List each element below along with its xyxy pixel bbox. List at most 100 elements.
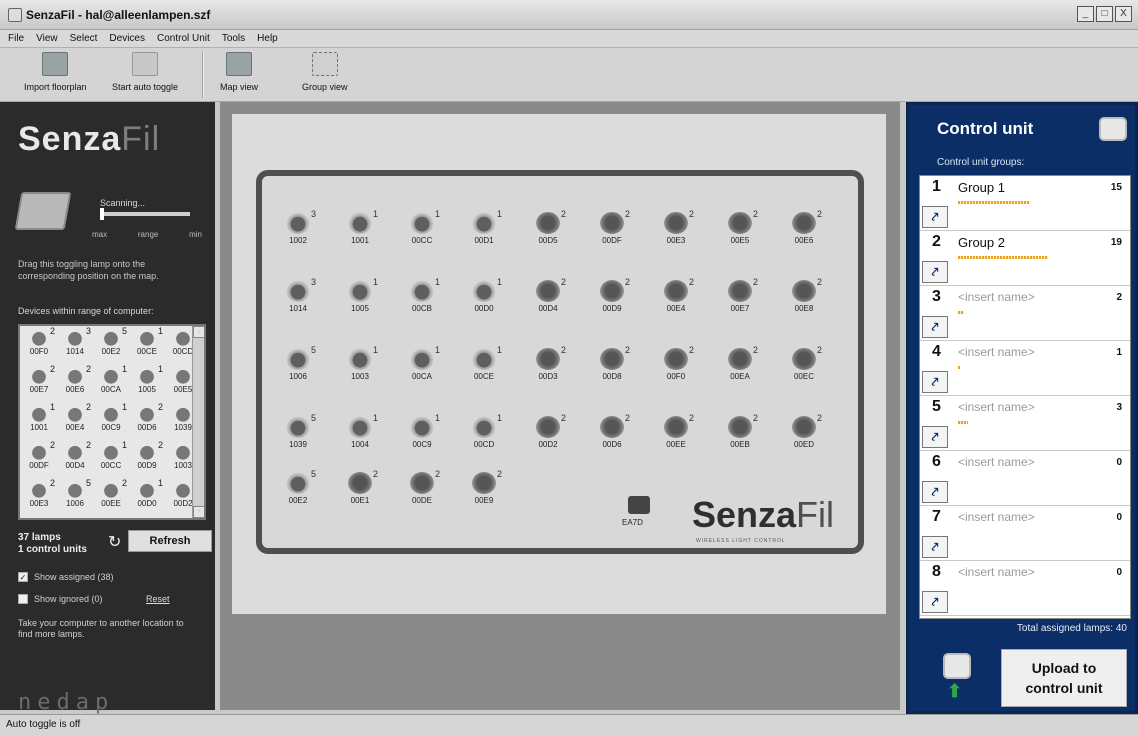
device-list-item[interactable]: 5 1006 xyxy=(58,478,92,516)
map-lamp[interactable]: 3 1014 xyxy=(270,277,326,313)
map-lamp[interactable]: 1 00CA xyxy=(394,345,450,381)
map-lamp[interactable]: 2 00ED xyxy=(776,413,832,449)
map-lamp[interactable]: 2 00E4 xyxy=(648,277,704,313)
group-row[interactable]: 3 <insert name> 2 ⤤ xyxy=(920,286,1130,341)
group-name[interactable]: <insert name> xyxy=(958,565,1035,579)
map-lamp[interactable]: 2 00D6 xyxy=(584,413,640,449)
scroll-up-icon[interactable]: ▲ xyxy=(193,326,204,338)
import-floorplan-button[interactable]: Import floorplan xyxy=(24,52,87,92)
auto-toggle-button[interactable]: Start auto toggle xyxy=(112,52,178,92)
map-canvas[interactable]: EA7D SenzaFil WIRELESS LIGHT CONTROL 3 10… xyxy=(232,114,886,614)
device-list-item[interactable]: 2 00EE xyxy=(94,478,128,516)
group-name[interactable]: <insert name> xyxy=(958,510,1035,524)
device-list-item[interactable]: 3 1014 xyxy=(58,326,92,364)
device-list-item[interactable]: 2 00E4 xyxy=(58,402,92,440)
map-lamp[interactable]: 2 00D4 xyxy=(520,277,576,313)
map-lamp[interactable]: 1 00CE xyxy=(456,345,512,381)
map-lamp[interactable]: 2 00E9 xyxy=(456,469,512,505)
refresh-icon[interactable]: ↻ xyxy=(108,532,121,552)
group-row[interactable]: 1 Group 1 15 ⤤ xyxy=(920,176,1130,231)
device-list-item[interactable]: 2 00E6 xyxy=(58,364,92,402)
map-lamp[interactable]: 2 00D9 xyxy=(584,277,640,313)
menu-select[interactable]: Select xyxy=(70,33,98,44)
map-lamp[interactable]: 1 00D0 xyxy=(456,277,512,313)
group-row[interactable]: 8 <insert name> 0 ⤤ xyxy=(920,561,1130,616)
group-name[interactable]: <insert name> xyxy=(958,345,1035,359)
map-lamp[interactable]: 1 00C9 xyxy=(394,413,450,449)
device-list-item[interactable]: 1 00CE xyxy=(130,326,164,364)
device-list-item[interactable]: 2 00DF xyxy=(22,440,56,478)
assign-lamps-icon[interactable]: ⤤ xyxy=(922,536,948,558)
map-lamp[interactable]: 2 00E8 xyxy=(776,277,832,313)
refresh-button[interactable]: Refresh xyxy=(128,530,212,552)
map-lamp[interactable]: 1 1005 xyxy=(332,277,388,313)
assign-lamps-icon[interactable]: ⤤ xyxy=(922,261,948,283)
menu-tools[interactable]: Tools xyxy=(222,33,245,44)
group-name[interactable]: <insert name> xyxy=(958,290,1035,304)
map-lamp[interactable]: 2 00EA xyxy=(712,345,768,381)
device-list-scrollbar[interactable]: ▲ ▼ xyxy=(192,326,204,518)
group-row[interactable]: 2 Group 2 19 ⤤ xyxy=(920,231,1130,286)
close-button[interactable]: X xyxy=(1115,6,1132,22)
map-lamp[interactable]: 3 1002 xyxy=(270,209,326,245)
assign-lamps-icon[interactable]: ⤤ xyxy=(922,426,948,448)
assign-lamps-icon[interactable]: ⤤ xyxy=(922,371,948,393)
device-list-item[interactable]: 2 00F0 xyxy=(22,326,56,364)
map-lamp[interactable]: 1 00CD xyxy=(456,413,512,449)
map-view-button[interactable]: Map view xyxy=(220,52,258,92)
device-list-item[interactable]: 1 00D0 xyxy=(130,478,164,516)
menu-file[interactable]: File xyxy=(8,33,24,44)
range-slider-track[interactable] xyxy=(100,212,190,216)
device-list-item[interactable]: 2 00D6 xyxy=(130,402,164,440)
device-list-item[interactable]: 2 00E7 xyxy=(22,364,56,402)
maximize-button[interactable]: □ xyxy=(1096,6,1113,22)
show-assigned-checkbox[interactable]: ✓ xyxy=(18,572,28,582)
group-name[interactable]: Group 2 xyxy=(958,235,1005,250)
map-lamp[interactable]: 2 00EE xyxy=(648,413,704,449)
group-row[interactable]: 6 <insert name> 0 ⤤ xyxy=(920,451,1130,506)
menu-help[interactable]: Help xyxy=(257,33,278,44)
map-lamp[interactable]: 5 1006 xyxy=(270,345,326,381)
map-lamp[interactable]: 2 00E6 xyxy=(776,209,832,245)
group-name[interactable]: Group 1 xyxy=(958,180,1005,195)
map-lamp[interactable]: 1 1001 xyxy=(332,209,388,245)
device-list-item[interactable]: 2 00E3 xyxy=(22,478,56,516)
map-lamp[interactable]: 2 00DE xyxy=(394,469,450,505)
device-list-item[interactable]: 1 1001 xyxy=(22,402,56,440)
group-row[interactable]: 7 <insert name> 0 ⤤ xyxy=(920,506,1130,561)
map-lamp[interactable]: 2 00D8 xyxy=(584,345,640,381)
group-name[interactable]: <insert name> xyxy=(958,400,1035,414)
map-lamp[interactable]: 2 00D3 xyxy=(520,345,576,381)
menu-view[interactable]: View xyxy=(36,33,58,44)
map-lamp[interactable]: 2 00E3 xyxy=(648,209,704,245)
range-slider-handle[interactable] xyxy=(100,208,104,220)
group-name[interactable]: <insert name> xyxy=(958,455,1035,469)
device-list[interactable]: 200F031014500E2100CE100CD200E7200E6100CA… xyxy=(18,324,206,520)
upload-button[interactable]: Upload to control unit xyxy=(1001,649,1127,707)
map-lamp[interactable]: 2 00EC xyxy=(776,345,832,381)
device-list-item[interactable]: 5 00E2 xyxy=(94,326,128,364)
map-lamp[interactable]: 2 00E1 xyxy=(332,469,388,505)
menu-control-unit[interactable]: Control Unit xyxy=(157,33,210,44)
device-list-item[interactable]: 1 1005 xyxy=(130,364,164,402)
menu-devices[interactable]: Devices xyxy=(109,33,145,44)
scroll-down-icon[interactable]: ▼ xyxy=(193,506,204,518)
assign-lamps-icon[interactable]: ⤤ xyxy=(922,206,948,228)
map-lamp[interactable]: 2 00D5 xyxy=(520,209,576,245)
device-list-item[interactable]: 2 00D9 xyxy=(130,440,164,478)
device-list-item[interactable]: 1 00CC xyxy=(94,440,128,478)
reset-link[interactable]: Reset xyxy=(146,594,170,604)
map-lamp[interactable]: 2 00E5 xyxy=(712,209,768,245)
group-view-button[interactable]: Group view xyxy=(302,52,348,92)
assign-lamps-icon[interactable]: ⤤ xyxy=(922,316,948,338)
map-lamp[interactable]: 5 00E2 xyxy=(270,469,326,505)
group-row[interactable]: 5 <insert name> 3 ⤤ xyxy=(920,396,1130,451)
group-row[interactable]: 4 <insert name> 1 ⤤ xyxy=(920,341,1130,396)
map-lamp[interactable]: 2 00D2 xyxy=(520,413,576,449)
assign-lamps-icon[interactable]: ⤤ xyxy=(922,481,948,503)
minimize-button[interactable]: _ xyxy=(1077,6,1094,22)
map-lamp[interactable]: 2 00E7 xyxy=(712,277,768,313)
device-list-item[interactable]: 2 00D4 xyxy=(58,440,92,478)
map-lamp[interactable]: 1 00CC xyxy=(394,209,450,245)
control-unit-icon[interactable] xyxy=(628,496,650,514)
